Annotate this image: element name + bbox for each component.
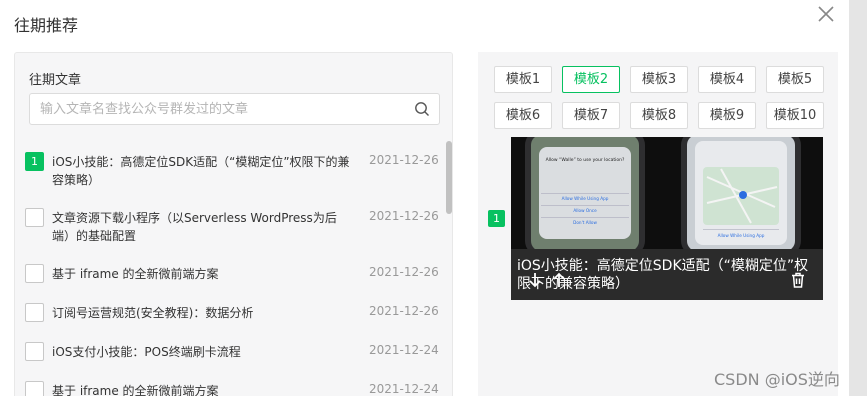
article-title: iOS支付小技能：POS终端刷卡流程: [52, 345, 241, 359]
preview-screen-text: Allow “Walle” to use your location?: [546, 157, 625, 163]
preview-cover-image: Allow “Walle” to use your location? Allo…: [511, 137, 823, 255]
preview-screen-text: Allow Once: [573, 208, 597, 213]
preview-index-badge: 1: [488, 210, 505, 227]
article-row[interactable]: 1 iOS小技能：高德定位SDK适配（“模糊定位”权限下的兼容策略） 2021-…: [15, 143, 452, 199]
template-button-5[interactable]: 模板5: [766, 66, 824, 93]
template-button-2[interactable]: 模板2: [562, 66, 620, 93]
article-date: 2021-12-26: [369, 265, 439, 279]
template-button-7[interactable]: 模板7: [562, 102, 620, 129]
article-preview-card[interactable]: Allow “Walle” to use your location? Allo…: [511, 137, 823, 300]
article-row[interactable]: 基于 iframe 的全新微前端方案 2021-12-24: [15, 372, 452, 396]
article-checkbox[interactable]: [25, 381, 44, 396]
dialog-title: 往期推荐: [14, 16, 79, 35]
articles-panel-title: 往期文章: [29, 73, 82, 88]
template-button-8[interactable]: 模板8: [630, 102, 688, 129]
article-checkbox[interactable]: [25, 342, 44, 361]
article-search-input[interactable]: [40, 94, 410, 124]
article-date: 2021-12-26: [369, 304, 439, 318]
template-button-1[interactable]: 模板1: [494, 66, 552, 93]
article-checkbox[interactable]: [25, 264, 44, 283]
article-date: 2021-12-24: [369, 343, 439, 357]
move-down-icon[interactable]: [526, 271, 544, 289]
move-up-icon[interactable]: [550, 271, 568, 289]
page-scrollbar[interactable]: [849, 0, 867, 396]
article-list-scrollbar[interactable]: [446, 141, 452, 214]
article-checkbox[interactable]: 1: [25, 152, 44, 171]
template-button-9[interactable]: 模板9: [698, 102, 756, 129]
search-box: [29, 93, 440, 125]
article-list: 1 iOS小技能：高德定位SDK适配（“模糊定位”权限下的兼容策略） 2021-…: [15, 143, 452, 396]
article-checkbox[interactable]: [25, 303, 44, 322]
preview-screen-text: Allow While Using App: [718, 233, 765, 238]
search-icon[interactable]: [414, 101, 430, 117]
article-date: 2021-12-26: [369, 209, 439, 223]
article-title: 基于 iframe 的全新微前端方案: [52, 267, 219, 281]
article-row[interactable]: 基于 iframe 的全新微前端方案 2021-12-26: [15, 255, 452, 294]
article-checkbox[interactable]: [25, 208, 44, 227]
watermark: CSDN @iOS逆向: [714, 370, 840, 389]
preview-title-bar: iOS小技能：高德定位SDK适配（“模糊定位”权限下的兼容策略）: [511, 249, 823, 300]
articles-panel: 往期文章 1 iOS小技能：高德定位SDK适配（“模糊定位”权限下的兼容策略） …: [14, 52, 453, 396]
template-button-10[interactable]: 模板10: [766, 102, 824, 129]
template-button-3[interactable]: 模板3: [630, 66, 688, 93]
template-button-6[interactable]: 模板6: [494, 102, 552, 129]
template-panel: 模板1 模板2 模板3 模板4 模板5 模板6 模板7 模板8 模板9 模板10…: [478, 52, 838, 396]
article-row[interactable]: iOS支付小技能：POS终端刷卡流程 2021-12-24: [15, 333, 452, 372]
article-date: 2021-12-26: [369, 153, 439, 167]
article-row[interactable]: 文章资源下载小程序（以Serverless WordPress为后端）的基础配置…: [15, 199, 452, 255]
article-title: 基于 iframe 的全新微前端方案: [52, 384, 219, 396]
template-button-4[interactable]: 模板4: [698, 66, 756, 93]
article-date: 2021-12-24: [369, 382, 439, 396]
article-title: 订阅号运营规范(安全教程)：数据分析: [52, 306, 254, 320]
article-title: iOS小技能：高德定位SDK适配（“模糊定位”权限下的兼容策略）: [52, 155, 350, 187]
close-icon[interactable]: [815, 3, 837, 25]
article-row[interactable]: 订阅号运营规范(安全教程)：数据分析 2021-12-26: [15, 294, 452, 333]
preview-screen-text: Allow While Using App: [562, 196, 609, 201]
article-title: 文章资源下载小程序（以Serverless WordPress为后端）的基础配置: [52, 211, 337, 243]
preview-screen-text: Don't Allow: [573, 220, 597, 225]
delete-icon[interactable]: [789, 271, 807, 289]
